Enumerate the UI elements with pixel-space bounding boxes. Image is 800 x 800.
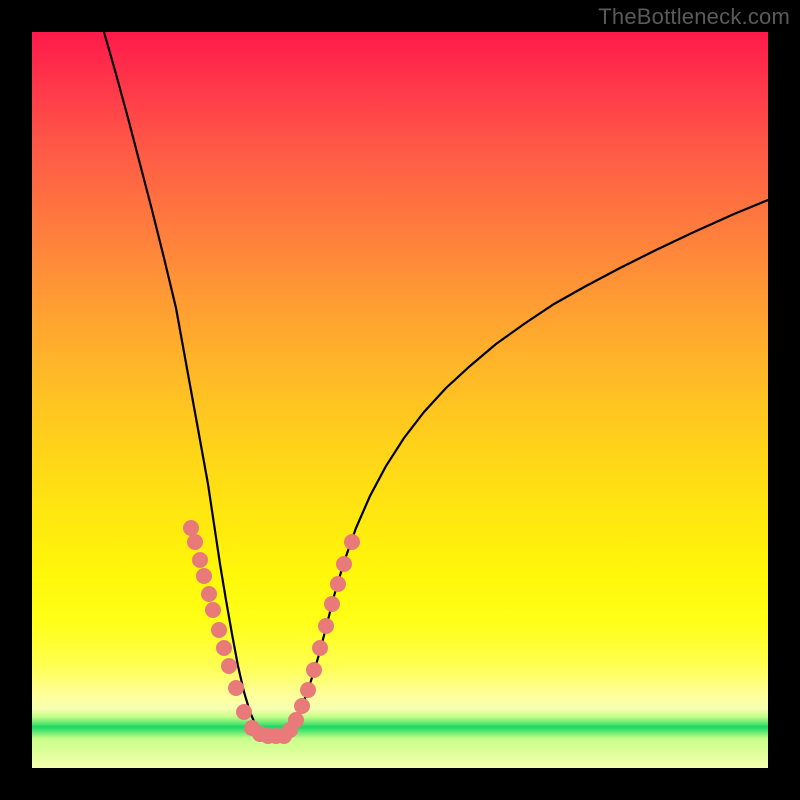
data-dot [221, 658, 237, 674]
data-dot [201, 586, 217, 602]
data-dot [211, 622, 227, 638]
dots-left-group [183, 520, 284, 744]
plot-area [32, 32, 768, 768]
data-dot [306, 662, 322, 678]
left-curve [104, 32, 272, 736]
data-dot [183, 520, 199, 536]
data-dot [205, 602, 221, 618]
data-dot [196, 568, 212, 584]
dots-right-group [276, 534, 360, 744]
data-dot [228, 680, 244, 696]
data-dot [236, 704, 252, 720]
data-dot [294, 698, 310, 714]
data-dot [288, 712, 304, 728]
data-dot [318, 618, 334, 634]
data-dot [187, 534, 203, 550]
data-dot [336, 556, 352, 572]
data-dot [312, 640, 328, 656]
curve-layer [32, 32, 768, 768]
data-dot [192, 552, 208, 568]
data-dot [344, 534, 360, 550]
chart-frame: TheBottleneck.com [0, 0, 800, 800]
right-curve [280, 200, 768, 736]
data-dot [330, 576, 346, 592]
data-dot [300, 682, 316, 698]
data-dot [216, 640, 232, 656]
data-dot [324, 596, 340, 612]
watermark-text: TheBottleneck.com [598, 4, 790, 30]
